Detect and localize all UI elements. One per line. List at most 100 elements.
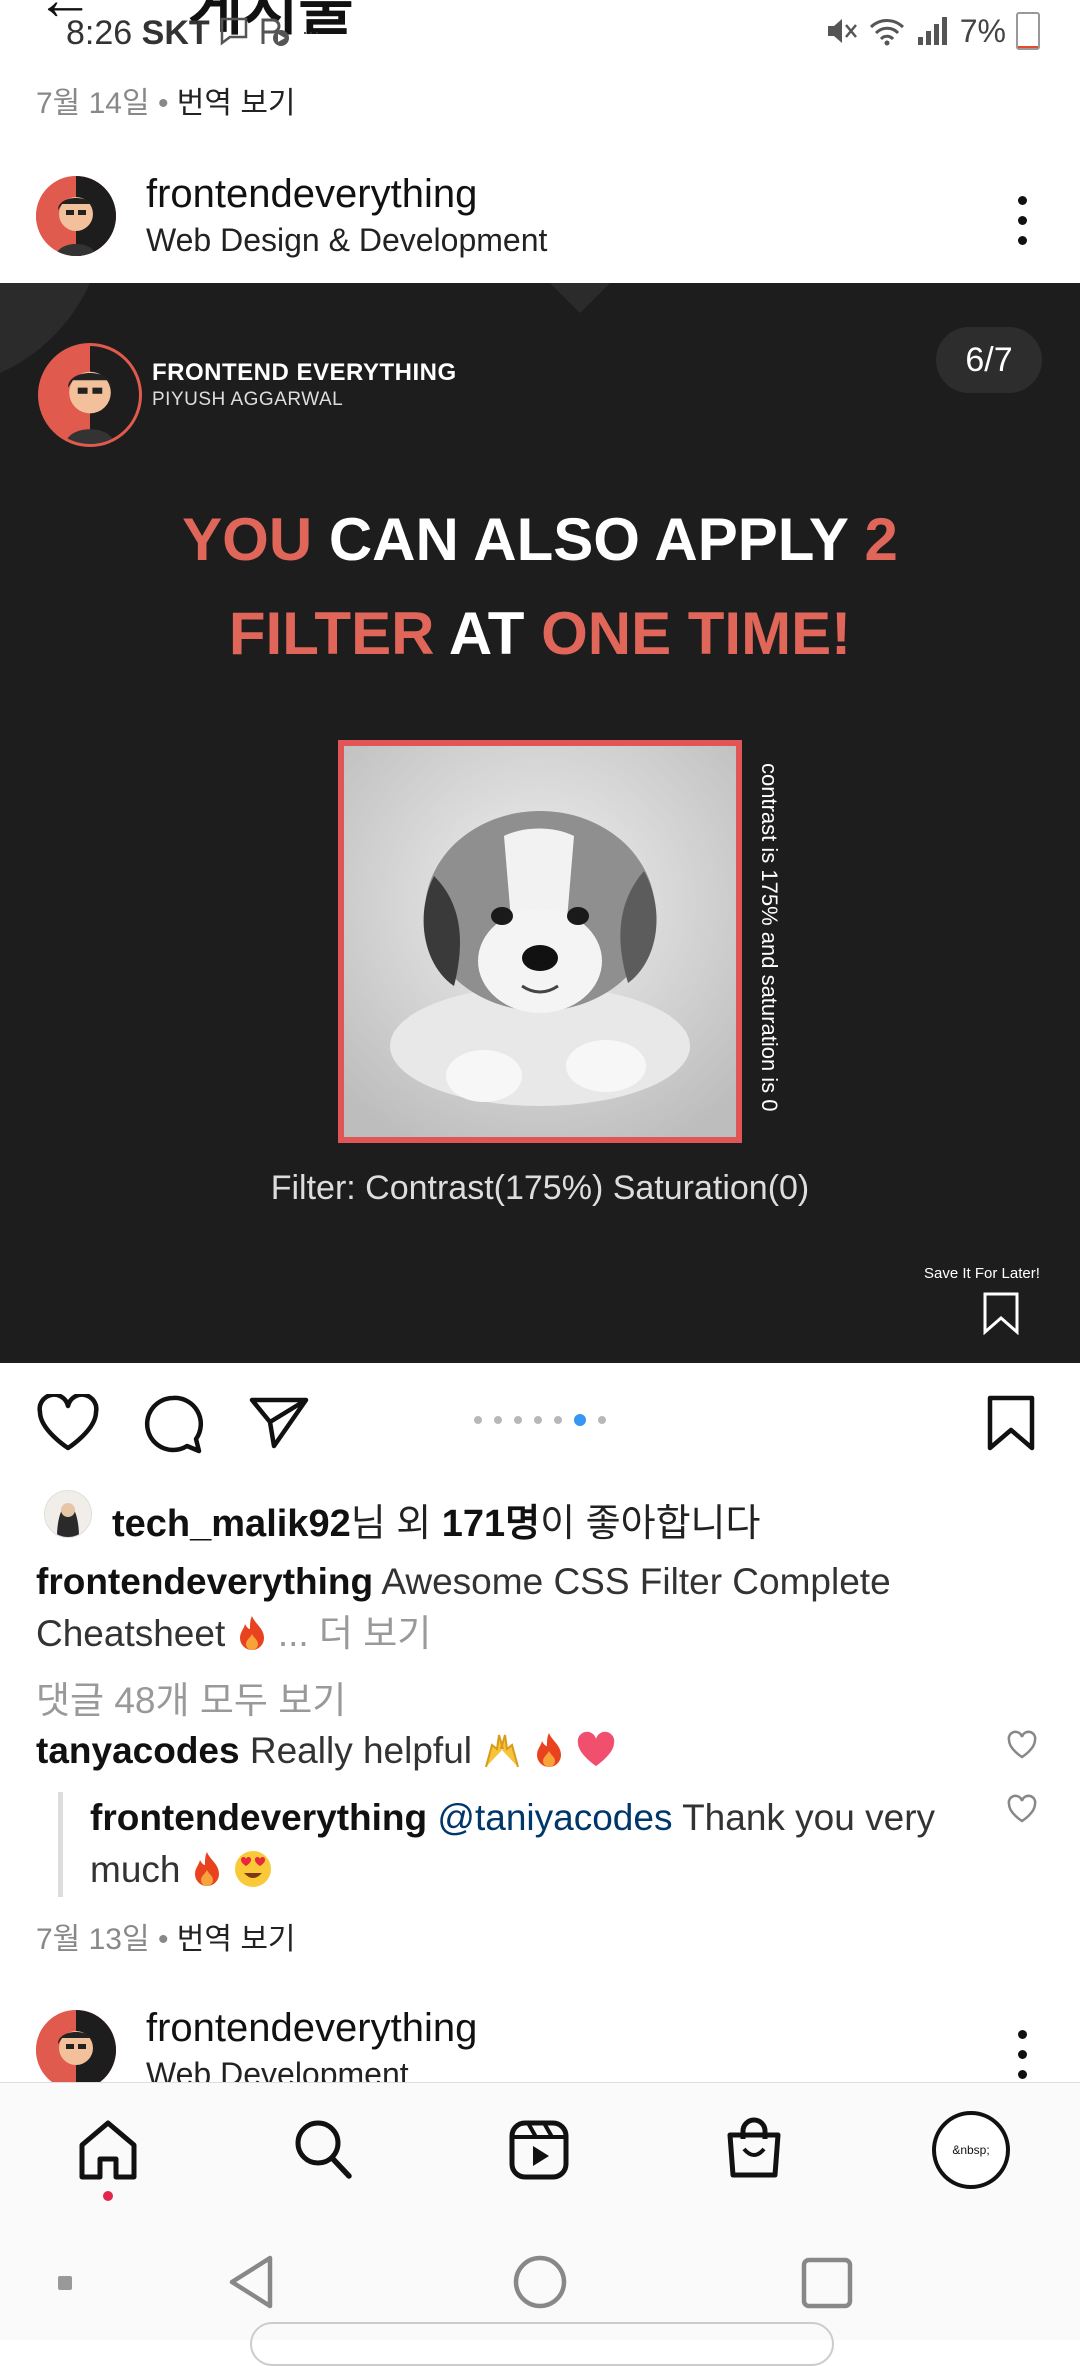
card-bookmark-icon — [983, 1292, 1019, 1335]
comment-username[interactable]: tanyacodes — [36, 1730, 240, 1771]
reply-username[interactable]: frontendeverything — [90, 1797, 427, 1838]
heart-icon[interactable] — [36, 1394, 100, 1452]
post-image-card[interactable]: FRONTEND EVERYTHING PIYUSH AGGARWAL 6/7 … — [0, 283, 1080, 1363]
heart-eyes-emoji-icon — [235, 1851, 272, 1887]
home-icon[interactable] — [76, 2119, 140, 2181]
reply-row: frontendeverything @taniyacodes Thank yo… — [90, 1792, 990, 1896]
post-date: 7월 14일 — [36, 87, 150, 120]
bottom-date-row: 7월 13일 • 번역 보기 — [36, 1914, 296, 1958]
battery-percent: 7% — [959, 12, 1006, 49]
liker-avatar[interactable] — [44, 1490, 92, 1538]
liker-avatar-image — [45, 1491, 91, 1537]
system-dot-icon — [58, 2276, 72, 2290]
top-date-row: 7월 14일 • 번역 보기 — [36, 78, 296, 122]
date-separator: • — [157, 1923, 169, 1956]
fire-emoji-icon — [194, 1852, 219, 1886]
headline-you: YOU — [182, 506, 313, 573]
card-avatar — [38, 343, 142, 447]
likes-summary[interactable]: tech_malik92님 외 171명이 좋아합니다 — [112, 1492, 760, 1547]
fire-emoji-icon — [536, 1733, 561, 1767]
headline-can-also: CAN ALSO APPLY — [312, 506, 865, 573]
post-date: 7월 13일 — [36, 1923, 150, 1956]
reply-mention[interactable]: @taniyacodes — [437, 1797, 672, 1838]
date-separator: • — [157, 87, 169, 120]
status-icons: 7% — [824, 12, 1040, 50]
play-notification-icon — [261, 18, 289, 46]
battery-icon — [1016, 12, 1040, 50]
post-caption: frontendeverything Awesome CSS Filter Co… — [36, 1556, 1026, 1660]
wifi-icon — [869, 19, 904, 46]
shop-icon[interactable] — [724, 2115, 784, 2181]
system-home-icon[interactable] — [512, 2254, 568, 2310]
avatar-image — [36, 176, 116, 256]
reply-like-icon[interactable] — [1006, 1794, 1038, 1824]
puppy-image — [344, 746, 736, 1137]
save-later-text: Save It For Later! — [924, 1265, 1040, 1282]
carousel-counter: 6/7 — [936, 327, 1042, 393]
carrier: SKT — [141, 14, 210, 52]
caption-username[interactable]: frontendeverything — [36, 1561, 373, 1602]
carousel-dot — [474, 1416, 482, 1424]
likes-tail: 이 좋아합니다 — [540, 1503, 761, 1545]
vertical-caption: contrast is 175% and saturation is 0 — [752, 763, 792, 1133]
carousel-dot — [514, 1416, 522, 1424]
headline-filter: FILTER — [228, 600, 435, 667]
profile-placeholder-text: &nbsp; — [952, 2143, 990, 2157]
reply-thread-line — [58, 1792, 63, 1897]
likes-mid: 님 외 — [350, 1503, 442, 1545]
headline-line-1: YOU CAN ALSO APPLY 2 — [0, 493, 1080, 587]
comment-like-icon[interactable] — [1006, 1730, 1038, 1760]
carousel-dot — [494, 1416, 502, 1424]
post-username[interactable]: frontendeverything — [146, 172, 477, 217]
caption-more[interactable]: ... 더 보기 — [278, 1613, 432, 1654]
fire-emoji-icon — [239, 1616, 264, 1650]
next-post-username[interactable]: frontendeverything — [146, 2006, 477, 2051]
next-post-more-icon[interactable] — [1016, 2030, 1028, 2079]
translate-link[interactable]: 번역 보기 — [177, 1923, 296, 1956]
search-icon[interactable] — [292, 2117, 354, 2181]
filter-caption: Filter: Contrast(175%) Saturation(0) — [270, 1169, 810, 1207]
carousel-dot — [598, 1416, 606, 1424]
status-more: ··· — [302, 22, 320, 42]
comment-text: Really helpful — [239, 1730, 472, 1771]
carousel-dot — [534, 1416, 542, 1424]
home-active-indicator — [103, 2191, 113, 2201]
carousel-dot — [574, 1414, 586, 1426]
comment-icon[interactable] — [142, 1394, 204, 1454]
comment-row: tanyacodes Really helpful — [36, 1730, 617, 1772]
system-navigation — [0, 2232, 1080, 2366]
liker-username[interactable]: tech_malik92 — [112, 1503, 351, 1545]
card-author: PIYUSH AGGARWAL — [152, 389, 344, 410]
card-avatar-image — [41, 346, 139, 444]
post-avatar[interactable] — [36, 176, 116, 256]
card-brand: FRONTEND EVERYTHING — [152, 359, 457, 386]
carousel-dot — [554, 1416, 562, 1424]
red-heart-emoji-icon — [577, 1731, 615, 1766]
view-all-comments[interactable]: 댓글 48개 모두 보기 — [36, 1670, 346, 1724]
bottom-navigation: &nbsp; — [0, 2082, 1080, 2233]
next-post-avatar[interactable] — [36, 2010, 116, 2090]
profile-icon[interactable]: &nbsp; — [932, 2111, 1010, 2189]
send-icon[interactable] — [248, 1394, 310, 1450]
reels-icon[interactable] — [508, 2117, 570, 2181]
status-time: 8:26 SKT ··· — [66, 14, 320, 53]
gesture-bar — [250, 2322, 834, 2366]
system-recents-icon[interactable] — [800, 2256, 854, 2310]
puppy-photo — [338, 740, 742, 1143]
mute-icon — [827, 19, 857, 43]
card-headline: YOU CAN ALSO APPLY 2 FILTER AT ONE TIME! — [0, 493, 1080, 681]
headline-one-time: ONE TIME! — [541, 600, 852, 667]
post-subtitle: Web Design & Development — [146, 222, 548, 258]
likes-count: 171명 — [441, 1503, 541, 1545]
bookmark-icon[interactable] — [986, 1394, 1036, 1452]
more-options-icon[interactable] — [1016, 196, 1028, 245]
carousel-indicator — [474, 1414, 606, 1426]
clock: 8:26 — [66, 14, 133, 52]
system-back-icon[interactable] — [226, 2254, 276, 2310]
next-avatar-image — [36, 2010, 116, 2090]
translate-link[interactable]: 번역 보기 — [177, 87, 296, 120]
signal-icon — [917, 17, 947, 45]
headline-two: 2 — [864, 506, 898, 573]
headline-at: AT — [434, 600, 542, 667]
raised-hands-emoji-icon — [485, 1734, 520, 1768]
